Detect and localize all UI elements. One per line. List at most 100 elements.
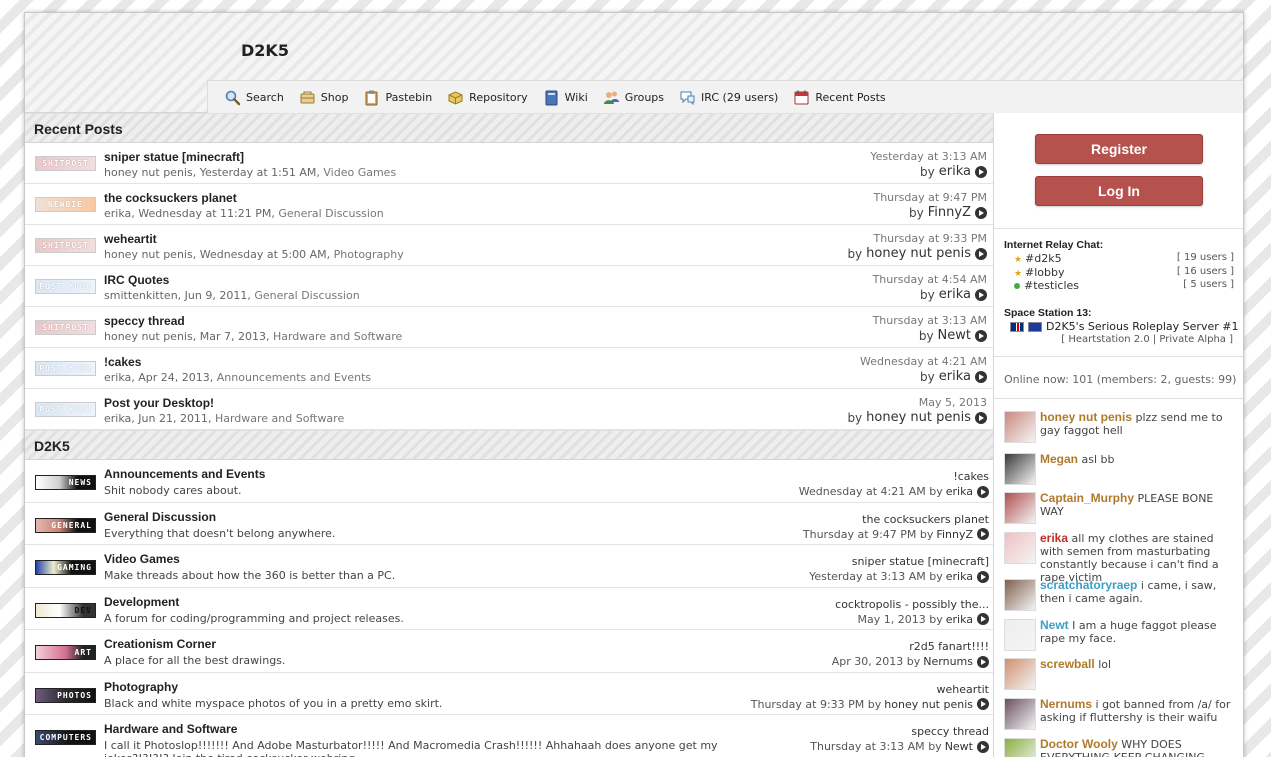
goto-last-post-icon[interactable] <box>975 206 987 219</box>
forum-last-thread-link[interactable]: weheartit <box>937 683 989 696</box>
forum-last-thread-link[interactable]: cocktropolis - possibly the... <box>835 598 989 611</box>
chat-username-link[interactable]: scratchatoryraep <box>1040 578 1137 592</box>
nav-irc[interactable]: IRC (29 users) <box>679 89 778 106</box>
nav-pastebin[interactable]: Pastebin <box>363 89 432 106</box>
forum-last-user-link[interactable]: erika <box>946 485 973 498</box>
post-forum-link[interactable]: Hardware and Software <box>215 412 344 425</box>
chat-username-link[interactable]: Captain_Murphy <box>1040 491 1134 505</box>
forum-last-user-link[interactable]: erika <box>946 613 973 626</box>
post-title-link[interactable]: Post your Desktop! <box>104 396 214 410</box>
forum-last-thread-link[interactable]: r2d5 fanart!!!! <box>909 640 989 653</box>
last-post-user-link[interactable]: Newt <box>938 328 971 343</box>
login-button[interactable]: Log In <box>1035 176 1203 206</box>
forum-name-link[interactable]: Video Games <box>104 552 180 566</box>
avatar[interactable] <box>1004 453 1036 485</box>
chat-username-link[interactable]: Newt <box>1040 618 1069 632</box>
last-post-user-link[interactable]: erika <box>939 164 971 179</box>
irc-channel[interactable]: ★ #lobby [ 16 users ] <box>1014 266 1234 279</box>
post-author-link[interactable]: honey nut penis <box>104 166 193 179</box>
repository-icon <box>447 89 464 106</box>
forum-last-user-link[interactable]: erika <box>946 570 973 583</box>
forum-name-link[interactable]: Photography <box>104 680 178 694</box>
avatar[interactable] <box>1004 411 1036 443</box>
post-title-link[interactable]: sniper statue [minecraft] <box>104 150 244 164</box>
post-forum-link[interactable]: Announcements and Events <box>217 371 371 384</box>
register-button[interactable]: Register <box>1035 134 1203 164</box>
post-forum-link[interactable]: Video Games <box>323 166 396 179</box>
goto-last-post-icon[interactable] <box>977 740 989 753</box>
forum-last-thread-link[interactable]: !cakes <box>953 470 989 483</box>
online-dot-icon <box>1014 283 1020 289</box>
forum-name-link[interactable]: General Discussion <box>104 510 216 524</box>
goto-last-post-icon[interactable] <box>977 613 989 625</box>
avatar[interactable] <box>1004 492 1036 524</box>
site-title[interactable]: D2K5 <box>241 41 289 60</box>
nav-shop[interactable]: Shop <box>299 89 348 106</box>
post-forum-link[interactable]: Photography <box>334 248 404 261</box>
avatar[interactable] <box>1004 619 1036 651</box>
last-post-user-link[interactable]: erika <box>939 287 971 302</box>
post-forum-link[interactable]: General Discussion <box>254 289 359 302</box>
chat-username-link[interactable]: honey nut penis <box>1040 410 1132 424</box>
forum-last-thread-link[interactable]: the cocksuckers planet <box>862 513 989 526</box>
ss13-server-info: [ Heartstation 2.0 | Private Alpha ] <box>1061 334 1233 345</box>
avatar[interactable] <box>1004 738 1036 757</box>
post-author-link[interactable]: honey nut penis <box>104 330 193 343</box>
post-title-link[interactable]: !cakes <box>104 355 141 369</box>
avatar[interactable] <box>1004 532 1036 564</box>
avatar[interactable] <box>1004 698 1036 730</box>
last-post-user-link[interactable]: erika <box>939 369 971 384</box>
goto-last-post-icon[interactable] <box>975 411 987 424</box>
post-title-link[interactable]: the cocksuckers planet <box>104 191 237 205</box>
post-author-link[interactable]: erika <box>104 207 131 220</box>
forum-last-thread-link[interactable]: sniper statue [minecraft] <box>852 555 989 568</box>
ss13-server-link[interactable]: D2K5's Serious Roleplay Server #1 <box>1010 320 1238 333</box>
forum-last-user-link[interactable]: Newt <box>945 740 973 753</box>
goto-last-post-icon[interactable] <box>977 655 989 668</box>
nav-wiki[interactable]: Wiki <box>543 89 588 106</box>
by-label: by <box>919 527 934 541</box>
post-title-link[interactable]: speccy thread <box>104 314 185 328</box>
forum-last-thread-link[interactable]: speccy thread <box>911 725 989 738</box>
forum-last-user-link[interactable]: Nernums <box>923 655 973 668</box>
goto-last-post-icon[interactable] <box>975 165 987 178</box>
chat-username-link[interactable]: Nernums <box>1040 697 1092 711</box>
irc-channel[interactable]: #testicles [ 5 users ] <box>1014 279 1234 292</box>
forum-name-link[interactable]: Announcements and Events <box>104 467 265 481</box>
forum-last-user-link[interactable]: FinnyZ <box>936 528 973 541</box>
goto-last-post-icon[interactable] <box>975 370 987 383</box>
nav-recent-posts[interactable]: Recent Posts <box>793 89 886 106</box>
post-title-link[interactable]: IRC Quotes <box>104 273 169 287</box>
avatar[interactable] <box>1004 579 1036 611</box>
chat-username-link[interactable]: Megan <box>1040 452 1078 466</box>
last-post-user-link[interactable]: FinnyZ <box>928 205 971 220</box>
nav-repository[interactable]: Repository <box>447 89 528 106</box>
forum-name-link[interactable]: Creationism Corner <box>104 637 216 651</box>
irc-channel[interactable]: ★ #d2k5 [ 19 users ] <box>1014 252 1234 265</box>
goto-last-post-icon[interactable] <box>977 570 989 583</box>
post-author-link[interactable]: smittenkitten <box>104 289 178 302</box>
post-author-link[interactable]: erika <box>104 412 131 425</box>
nav-search[interactable]: Search <box>224 89 284 106</box>
post-author-link[interactable]: erika <box>104 371 131 384</box>
chat-username-link[interactable]: Doctor Wooly <box>1040 737 1118 751</box>
post-forum-link[interactable]: Hardware and Software <box>273 330 402 343</box>
goto-last-post-icon[interactable] <box>977 698 989 710</box>
goto-last-post-icon[interactable] <box>977 528 989 540</box>
nav-groups[interactable]: Groups <box>603 89 664 106</box>
forum-name-link[interactable]: Development <box>104 595 179 609</box>
forum-last-user-link[interactable]: honey nut penis <box>884 698 973 711</box>
goto-last-post-icon[interactable] <box>975 247 987 260</box>
post-title-link[interactable]: weheartit <box>104 232 157 246</box>
goto-last-post-icon[interactable] <box>975 329 987 342</box>
goto-last-post-icon[interactable] <box>975 288 987 301</box>
post-author-link[interactable]: honey nut penis <box>104 248 193 261</box>
chat-username-link[interactable]: screwball <box>1040 657 1095 671</box>
avatar[interactable] <box>1004 658 1036 690</box>
post-forum-link[interactable]: General Discussion <box>278 207 383 220</box>
chat-username-link[interactable]: erika <box>1040 531 1068 545</box>
goto-last-post-icon[interactable] <box>977 485 989 498</box>
last-post-user-link[interactable]: honey nut penis <box>866 246 971 261</box>
forum-name-link[interactable]: Hardware and Software <box>104 722 237 736</box>
last-post-user-link[interactable]: honey nut penis <box>866 410 971 425</box>
